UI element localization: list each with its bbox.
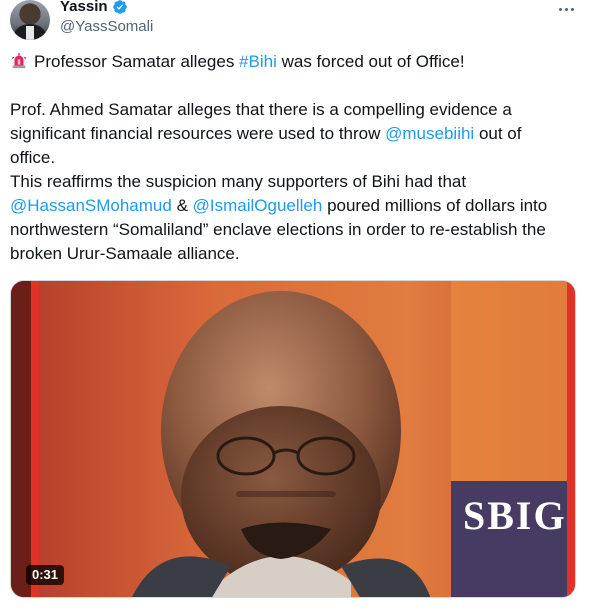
- mention-ismailoguelleh-link[interactable]: @IsmailOguelleh: [193, 196, 323, 215]
- tweet-header: Yassin @YassSomali: [0, 0, 589, 44]
- video-thumbnail: SBIG: [11, 281, 575, 597]
- video-duration-badge: 0:31: [26, 565, 65, 585]
- tweet-paragraph-1: Prof. Ahmed Samatar alleges that there i…: [10, 98, 570, 170]
- handle[interactable]: @YassSomali: [60, 18, 153, 36]
- video-player[interactable]: SBIG: [10, 280, 576, 598]
- more-options-icon[interactable]: [555, 0, 577, 18]
- hashtag-bihi-link[interactable]: #Bihi: [239, 52, 277, 71]
- verified-badge-icon: [112, 0, 127, 14]
- avatar-shirt: [26, 26, 34, 40]
- mention-musebiihi-link[interactable]: @musebiihi: [385, 124, 474, 143]
- mention-hassansmohamud-link[interactable]: @HassanSMohamud: [10, 196, 172, 215]
- display-name[interactable]: Yassin: [60, 0, 108, 16]
- tweet-text: Professor Samatar alleges #Bihi was forc…: [10, 50, 570, 266]
- name-row: Yassin: [60, 0, 128, 16]
- avatar[interactable]: [10, 0, 50, 40]
- siren-icon: [11, 52, 27, 69]
- background-text: SBIG: [463, 493, 567, 538]
- headline-tail: was forced out of Office!: [276, 52, 465, 71]
- paragraph-2-start: This reaffirms the suspicion many suppor…: [10, 172, 467, 191]
- tweet-headline: Professor Samatar alleges #Bihi was forc…: [10, 50, 570, 74]
- headline-text: Professor Samatar alleges: [34, 52, 240, 71]
- tweet-paragraph-2: This reaffirms the suspicion many suppor…: [10, 170, 570, 266]
- ampersand-text: &: [171, 196, 193, 215]
